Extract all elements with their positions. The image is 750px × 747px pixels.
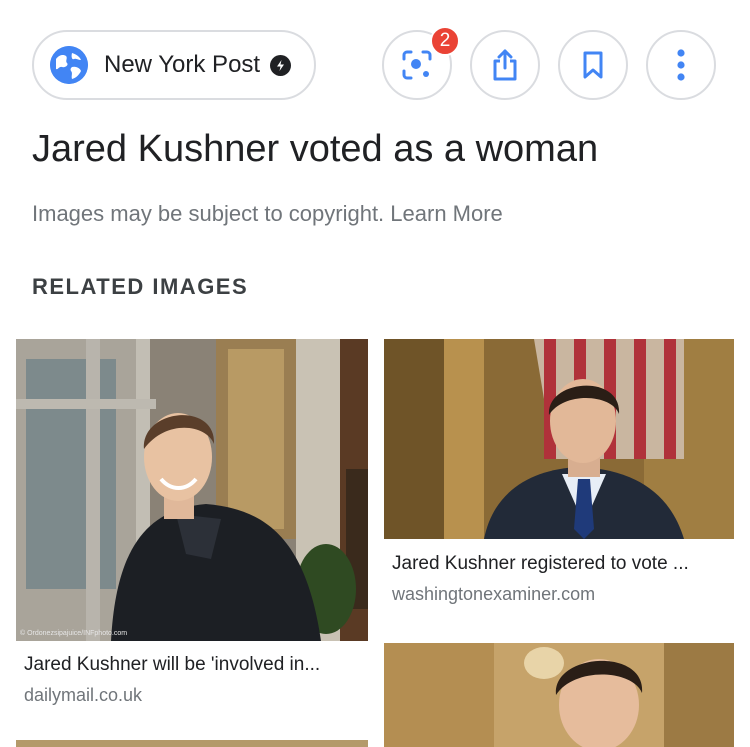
related-image-domain: washingtonexaminer.com bbox=[392, 584, 596, 604]
bookmark-button[interactable] bbox=[558, 30, 628, 100]
more-button[interactable] bbox=[646, 30, 716, 100]
related-image-thumbnail bbox=[384, 643, 734, 747]
related-image-card[interactable]: © Ordonezsipajuice/INFphoto.com Jared Ku… bbox=[16, 339, 368, 747]
related-image-thumbnail bbox=[384, 339, 734, 539]
source-chip[interactable]: New York Post bbox=[32, 30, 316, 100]
related-image-card[interactable] bbox=[384, 643, 734, 747]
related-image-caption: Jared Kushner registered to vote ... bbox=[392, 553, 689, 574]
related-image-card[interactable]: Jared Kushner registered to vote ... was… bbox=[384, 339, 734, 629]
more-vert-icon bbox=[677, 49, 685, 81]
share-button[interactable] bbox=[470, 30, 540, 100]
amp-lightning-icon bbox=[270, 54, 292, 76]
image-credit: © Ordonezsipajuice/INFphoto.com bbox=[20, 630, 128, 637]
related-image-domain: dailymail.co.uk bbox=[24, 685, 143, 705]
lens-badge: 2 bbox=[430, 26, 460, 56]
share-icon bbox=[493, 49, 517, 81]
globe-icon bbox=[50, 46, 88, 84]
bookmark-icon bbox=[583, 51, 603, 79]
related-image-card[interactable] bbox=[16, 740, 368, 747]
source-name: New York Post bbox=[104, 51, 261, 78]
lens-icon bbox=[402, 50, 432, 80]
copyright-notice[interactable]: Images may be subject to copyright. Lear… bbox=[32, 201, 503, 227]
related-image-caption: Jared Kushner will be 'involved in... bbox=[24, 654, 321, 675]
related-image-thumbnail bbox=[16, 339, 368, 641]
related-images-header: RELATED IMAGES bbox=[32, 274, 249, 299]
image-title: Jared Kushner voted as a woman bbox=[32, 128, 599, 170]
